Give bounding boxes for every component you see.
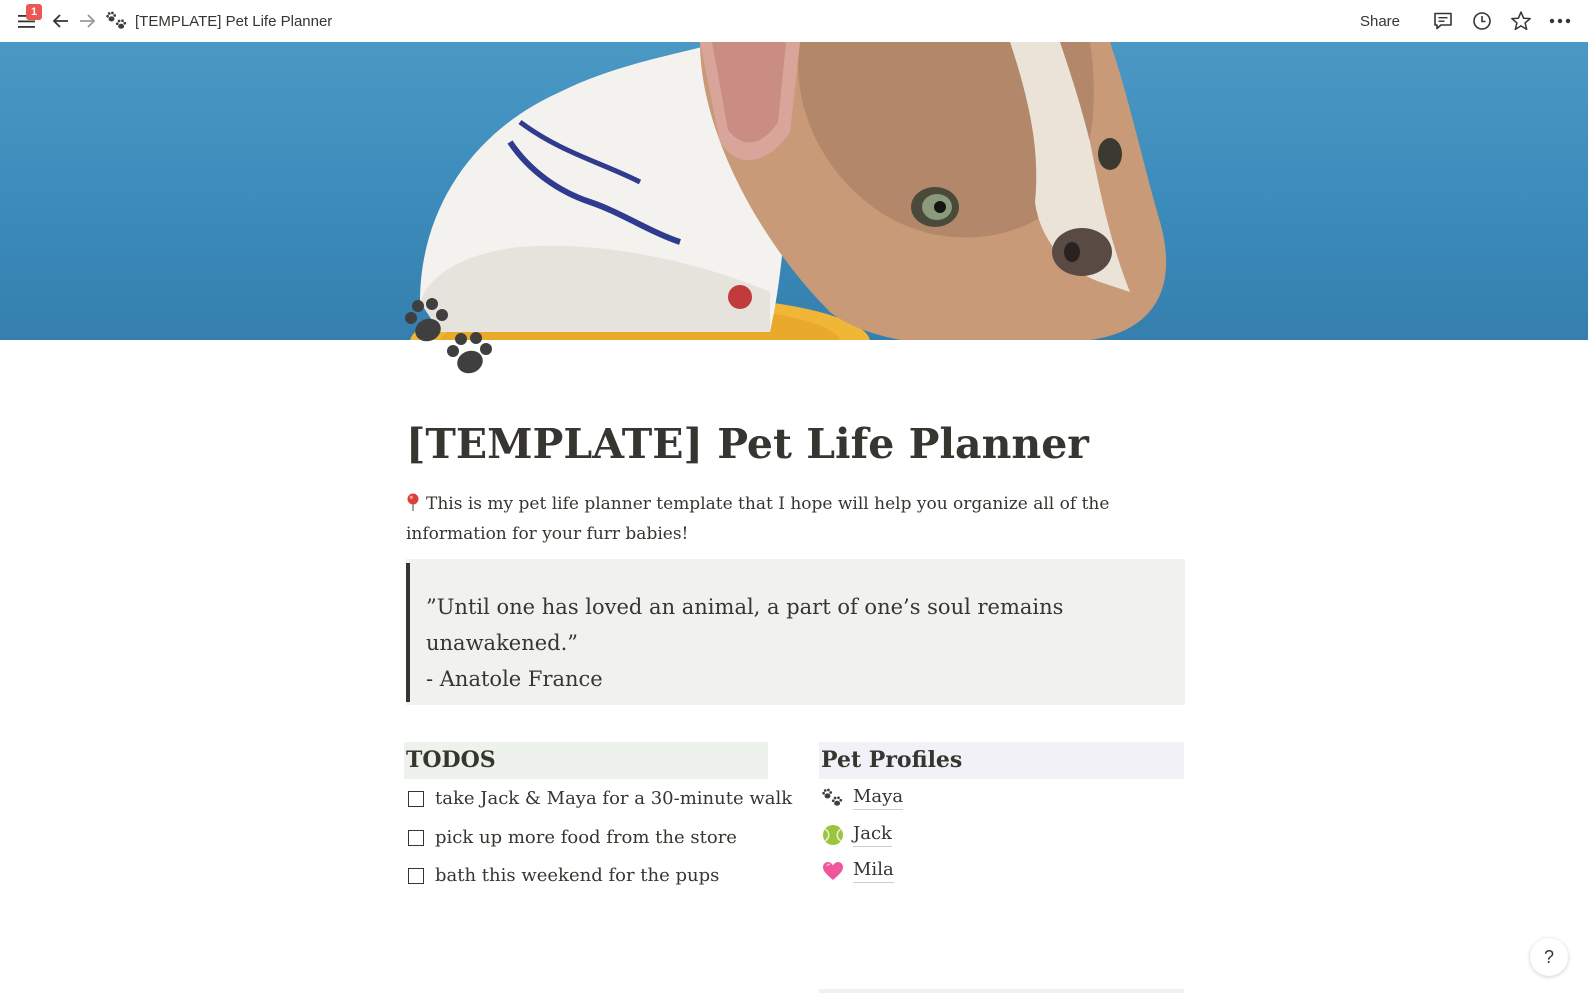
paw-prints-icon [822,787,844,809]
todo-item[interactable]: bath this weekend for the pups [408,865,719,886]
pet-profile-link-maya[interactable]: Maya [822,785,904,810]
pet-profile-label: Maya [853,785,904,810]
pushpin-icon [407,493,419,511]
back-arrow-icon [52,14,68,28]
comment-icon [1434,12,1452,30]
top-bar: 1 [TEMPLATE] Pet Life Planner Share [0,0,1588,42]
dog-photo-cover [410,42,1167,340]
forward-arrow-icon [80,14,96,28]
pet-profiles-heading[interactable]: Pet Profiles [819,742,1184,779]
todo-text: bath this weekend for the pups [435,865,720,886]
history-clock-icon [1473,12,1491,30]
menu-button[interactable]: 1 [14,4,42,35]
help-button[interactable]: ? [1530,938,1568,976]
intro-text: This is my pet life planner template tha… [406,494,1110,544]
todo-item[interactable]: take Jack & Maya for a 30-minute walk [408,788,792,809]
pet-profile-link-jack[interactable]: Jack [822,822,892,847]
todo-checkbox[interactable] [408,867,424,884]
todo-item[interactable]: pick up more food from the store [408,827,737,848]
back-button[interactable] [48,7,74,35]
tennis-ball-icon [822,824,844,846]
paw-prints-icon [106,11,128,31]
breadcrumb-title: [TEMPLATE] Pet Life Planner [135,12,333,30]
todo-checkbox[interactable] [408,829,424,846]
top-bar-actions: Share [1360,7,1574,35]
pet-profile-label: Jack [853,822,892,847]
todo-text: pick up more food from the store [435,827,737,848]
todo-checkbox[interactable] [408,790,424,807]
more-icon [1549,18,1571,24]
heart-icon [822,860,844,882]
todo-text: take Jack & Maya for a 30-minute walk [435,788,793,809]
page-title[interactable]: [TEMPLATE] Pet Life Planner [406,414,1089,474]
todos-heading[interactable]: TODOS [404,742,768,779]
favorite-button[interactable] [1507,7,1535,35]
pet-profile-link-mila[interactable]: Mila [822,858,894,883]
page-icon[interactable] [404,296,500,382]
history-button[interactable] [1468,7,1496,35]
breadcrumb[interactable]: [TEMPLATE] Pet Life Planner [106,11,332,31]
more-button[interactable] [1546,7,1574,35]
divider [819,989,1184,993]
quote-block[interactable]: ”Until one has loved an animal, a part o… [406,559,1185,705]
cover-image[interactable] [0,42,1588,340]
paw-prints-icon [405,298,492,374]
forward-button[interactable] [74,7,100,35]
notification-badge: 1 [26,4,42,20]
quote-author: - Anatole France [426,667,603,691]
quote-text: ”Until one has loved an animal, a part o… [426,595,1064,655]
star-icon [1511,11,1531,31]
pet-profile-label: Mila [853,858,894,883]
intro-paragraph[interactable]: This is my pet life planner template tha… [406,489,1186,549]
share-button[interactable]: Share [1360,13,1400,30]
comments-button[interactable] [1429,7,1457,35]
